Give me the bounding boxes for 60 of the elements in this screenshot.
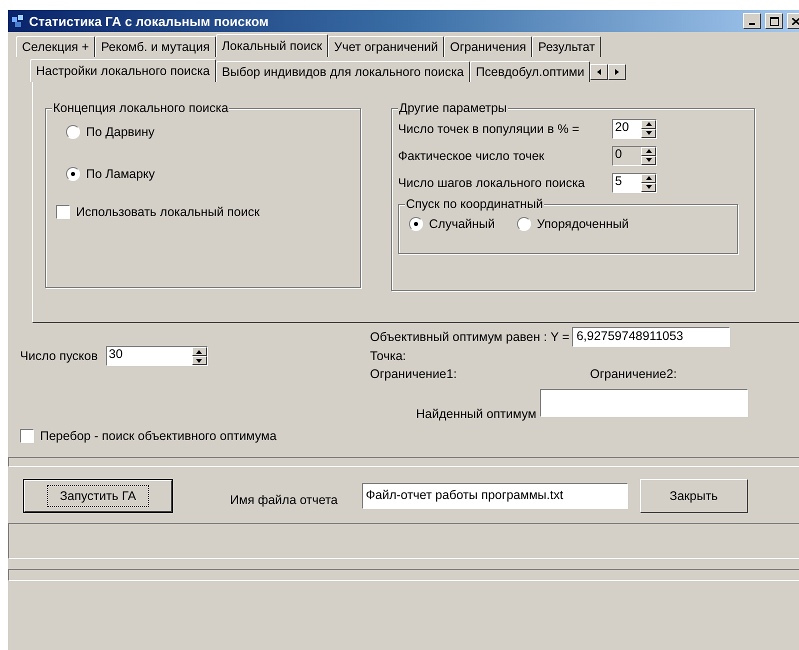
radio-label: По Ламарку [86, 167, 155, 181]
minimize-button[interactable] [743, 13, 761, 29]
app-icon [11, 14, 25, 28]
close-icon [792, 18, 799, 24]
field-label: Число шагов локального поиска [398, 176, 586, 190]
checkbox[interactable] [20, 429, 34, 443]
scroll-right-button[interactable] [608, 64, 626, 80]
down-arrow-icon [646, 185, 652, 189]
down-arrow-icon [646, 131, 652, 135]
field-label: Число точек в популяции в % = [398, 122, 580, 136]
radio-button[interactable] [66, 125, 80, 139]
maximize-icon [770, 16, 778, 26]
tab[interactable]: Селекция + [16, 36, 95, 57]
checkbox-label: Перебор - поиск объективного оптимума [40, 429, 277, 443]
spin-field[interactable]: 30 [106, 346, 208, 366]
tab[interactable]: Учет ограничений [328, 36, 444, 57]
field-label: Точка: [370, 349, 406, 363]
radio-label: Упорядоченный [536, 217, 629, 231]
tab[interactable]: Рекомб. и мутация [94, 36, 216, 57]
group-title: Спуск по координатный [405, 197, 544, 211]
down-arrow-icon [646, 158, 652, 162]
radio-button[interactable] [66, 167, 80, 181]
tab[interactable]: Ограничения [444, 36, 532, 57]
tab[interactable]: Результат [532, 36, 602, 57]
window-title: Статистика ГА с локальным поиском [29, 14, 270, 28]
tab[interactable]: Псевдобул.оптими [470, 61, 590, 82]
checkbox[interactable] [56, 205, 70, 219]
field-label: Число пусков [20, 349, 98, 363]
start-button[interactable]: Запустить ГА [24, 480, 172, 512]
radio-label: Случайный [429, 217, 495, 231]
up-arrow-icon [646, 149, 652, 153]
left-arrow-icon [597, 69, 602, 75]
field-label: Имя файла отчета [230, 493, 338, 507]
scroll-left-button[interactable] [590, 64, 608, 80]
down-arrow-icon [196, 358, 202, 362]
group-title: Другие параметры [398, 101, 508, 115]
radio-button[interactable] [409, 217, 423, 231]
field-label: Объективный оптимум равен : Y = [370, 330, 570, 344]
file-name-field[interactable]: Файл-отчет работы программы.txt [362, 483, 628, 509]
field-label: Найденный оптимум [416, 407, 536, 421]
value-field[interactable]: 6,92759748911053 [572, 327, 730, 347]
right-arrow-icon [615, 69, 620, 75]
tab[interactable]: Локальный поиск [216, 34, 328, 57]
up-arrow-icon [646, 176, 652, 180]
close-button[interactable]: Закрыть [640, 479, 748, 513]
field-label: Ограничение1: [370, 367, 458, 381]
checkbox-label: Использовать локальный поиск [76, 205, 260, 219]
maximize-button[interactable] [765, 13, 783, 29]
field-label: Фактическое число точек [398, 148, 546, 162]
tab[interactable]: Настройки локального поиска [30, 59, 216, 82]
field-label: Ограничение2: [590, 367, 677, 381]
up-arrow-icon [646, 122, 652, 126]
result-field[interactable] [540, 389, 748, 417]
group-title: Концепция локального поиска [52, 101, 230, 115]
radio-label: По Дарвину [86, 125, 155, 139]
tab[interactable]: Выбор индивидов для локального поиска [216, 61, 470, 82]
spin-field[interactable]: 5 [612, 172, 657, 192]
up-arrow-icon [196, 350, 202, 354]
radio-button[interactable] [516, 217, 531, 231]
spin-field[interactable]: 20 [612, 118, 657, 138]
